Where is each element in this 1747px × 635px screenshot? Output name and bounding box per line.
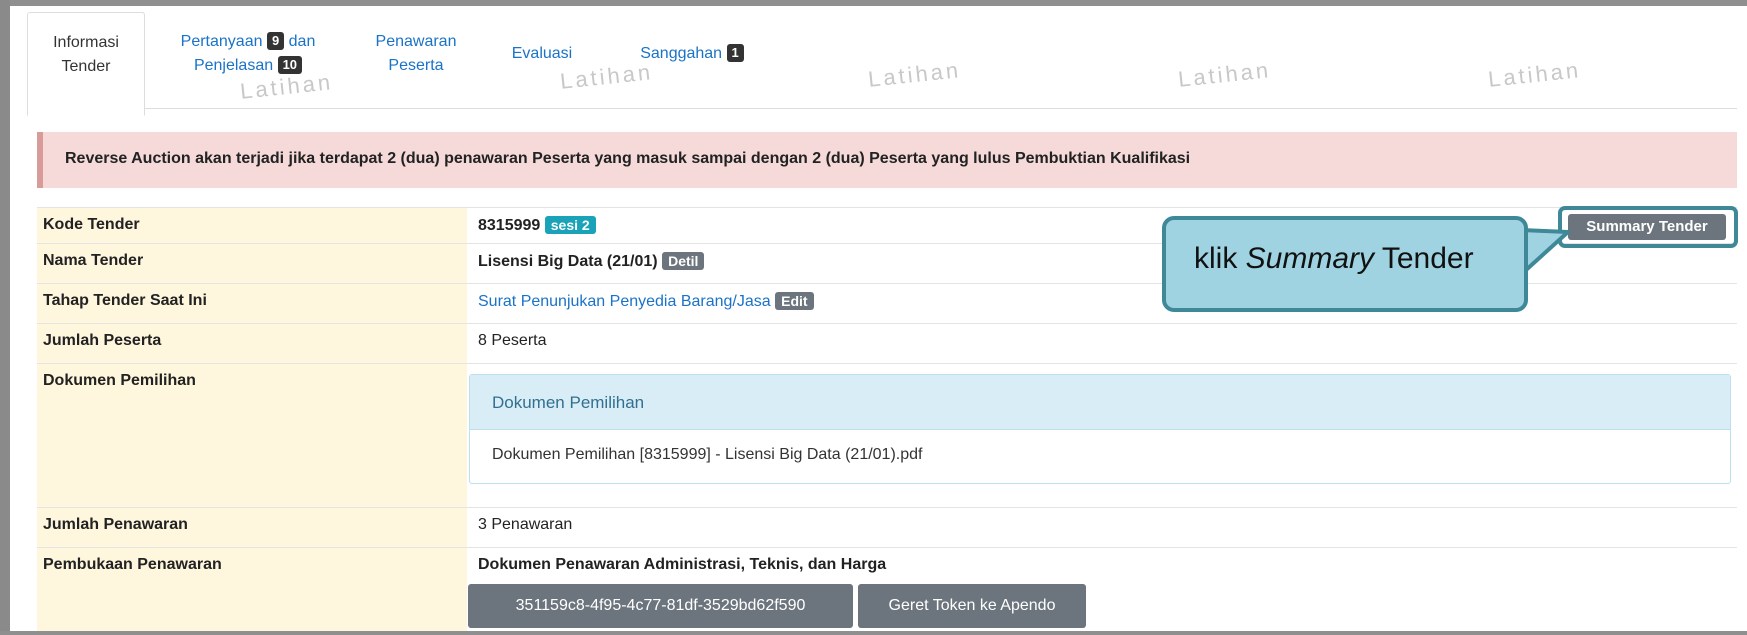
window-frame-top [0, 0, 1747, 6]
tab-label: Tender [61, 58, 111, 75]
dokumen-file-link[interactable]: Dokumen Pemilihan [8315999] - Lisensi Bi… [470, 430, 1730, 464]
row-label: Jumlah Peserta [37, 324, 467, 363]
row-value: Surat Penunjukan Penyedia Barang/Jasa Ed… [478, 292, 814, 311]
row-label: Pembukaan Penawaran [37, 548, 467, 635]
reverse-auction-alert: Reverse Auction akan terjadi jika terdap… [37, 132, 1737, 188]
row-label: Kode Tender [37, 208, 467, 243]
tab-penawaran-peserta[interactable]: Penawaran Peserta [361, 12, 471, 122]
callout-text: Tender [1374, 242, 1474, 275]
tab-label: Sanggahan [640, 45, 723, 62]
row-label: Dokumen Pemilihan [37, 364, 467, 507]
token-button[interactable]: 351159c8-4f95-4c77-81df-3529bd62f590 [468, 584, 853, 628]
tahap-tender-link[interactable]: Surat Penunjukan Penyedia Barang/Jasa [478, 293, 771, 310]
session-badge: sesi 2 [544, 216, 596, 234]
tab-informasi-tender[interactable]: Informasi Tender [27, 12, 145, 116]
tab-line: Penjelasan 10 [163, 54, 333, 78]
edit-button[interactable]: Edit [775, 292, 814, 310]
tab-label: Evaluasi [511, 45, 573, 62]
summary-tender-button[interactable]: Summary Tender [1568, 214, 1726, 240]
geret-token-apendo-button[interactable]: Geret Token ke Apendo [858, 584, 1086, 628]
nama-tender-value: Lisensi Big Data (21/01) [478, 253, 658, 270]
callout-arrow-icon [1522, 228, 1570, 272]
tab-bar: Informasi Tender Pertanyaan 9 dan Penjel… [27, 12, 1737, 116]
tab-label: Pertanyaan [180, 33, 263, 50]
count-badge: 10 [277, 56, 303, 74]
tab-label: Peserta [388, 57, 444, 74]
tab-pertanyaan-penjelasan[interactable]: Pertanyaan 9 dan Penjelasan 10 [163, 12, 333, 122]
detil-button[interactable]: Detil [662, 252, 705, 270]
panel-title: Dokumen Pemilihan [470, 375, 1730, 430]
kode-tender-value: 8315999 [478, 217, 541, 234]
row-label: Jumlah Penawaran [37, 508, 467, 547]
tab-label: Penjelasan [193, 57, 274, 74]
callout-text: klik [1194, 242, 1246, 275]
row-value: Lisensi Big Data (21/01) Detil [478, 252, 705, 271]
row-label: Tahap Tender Saat Ini [37, 284, 467, 323]
pembukaan-value: Dokumen Penawaran Administrasi, Teknis, … [478, 556, 887, 573]
callout-italic-text: Summary [1245, 242, 1375, 275]
jumlah-peserta-value: 8 Peserta [478, 332, 547, 349]
tab-evaluasi[interactable]: Evaluasi [497, 12, 587, 134]
tab-label: Informasi [53, 34, 119, 51]
row-jumlah-penawaran: Jumlah Penawaran 3 Penawaran [37, 507, 1737, 547]
dokumen-panel: Dokumen Pemilihan Dokumen Pemilihan [831… [469, 374, 1731, 484]
row-label: Nama Tender [37, 244, 467, 283]
tab-sanggahan[interactable]: Sanggahan 1 [617, 12, 767, 134]
window-frame-left [0, 0, 10, 635]
tab-label: Penawaran [375, 33, 457, 50]
tab-line: Pertanyaan 9 dan [163, 30, 333, 54]
window-frame-bottom [0, 631, 1747, 635]
instruction-callout: klik Summary Tender [1162, 216, 1528, 312]
count-badge: 1 [726, 44, 744, 62]
row-jumlah-peserta: Jumlah Peserta 8 Peserta [37, 323, 1737, 363]
row-value: 8315999 sesi 2 [478, 216, 596, 235]
jumlah-penawaran-value: 3 Penawaran [478, 516, 573, 533]
tab-label: dan [288, 33, 316, 50]
count-badge: 9 [266, 32, 285, 50]
